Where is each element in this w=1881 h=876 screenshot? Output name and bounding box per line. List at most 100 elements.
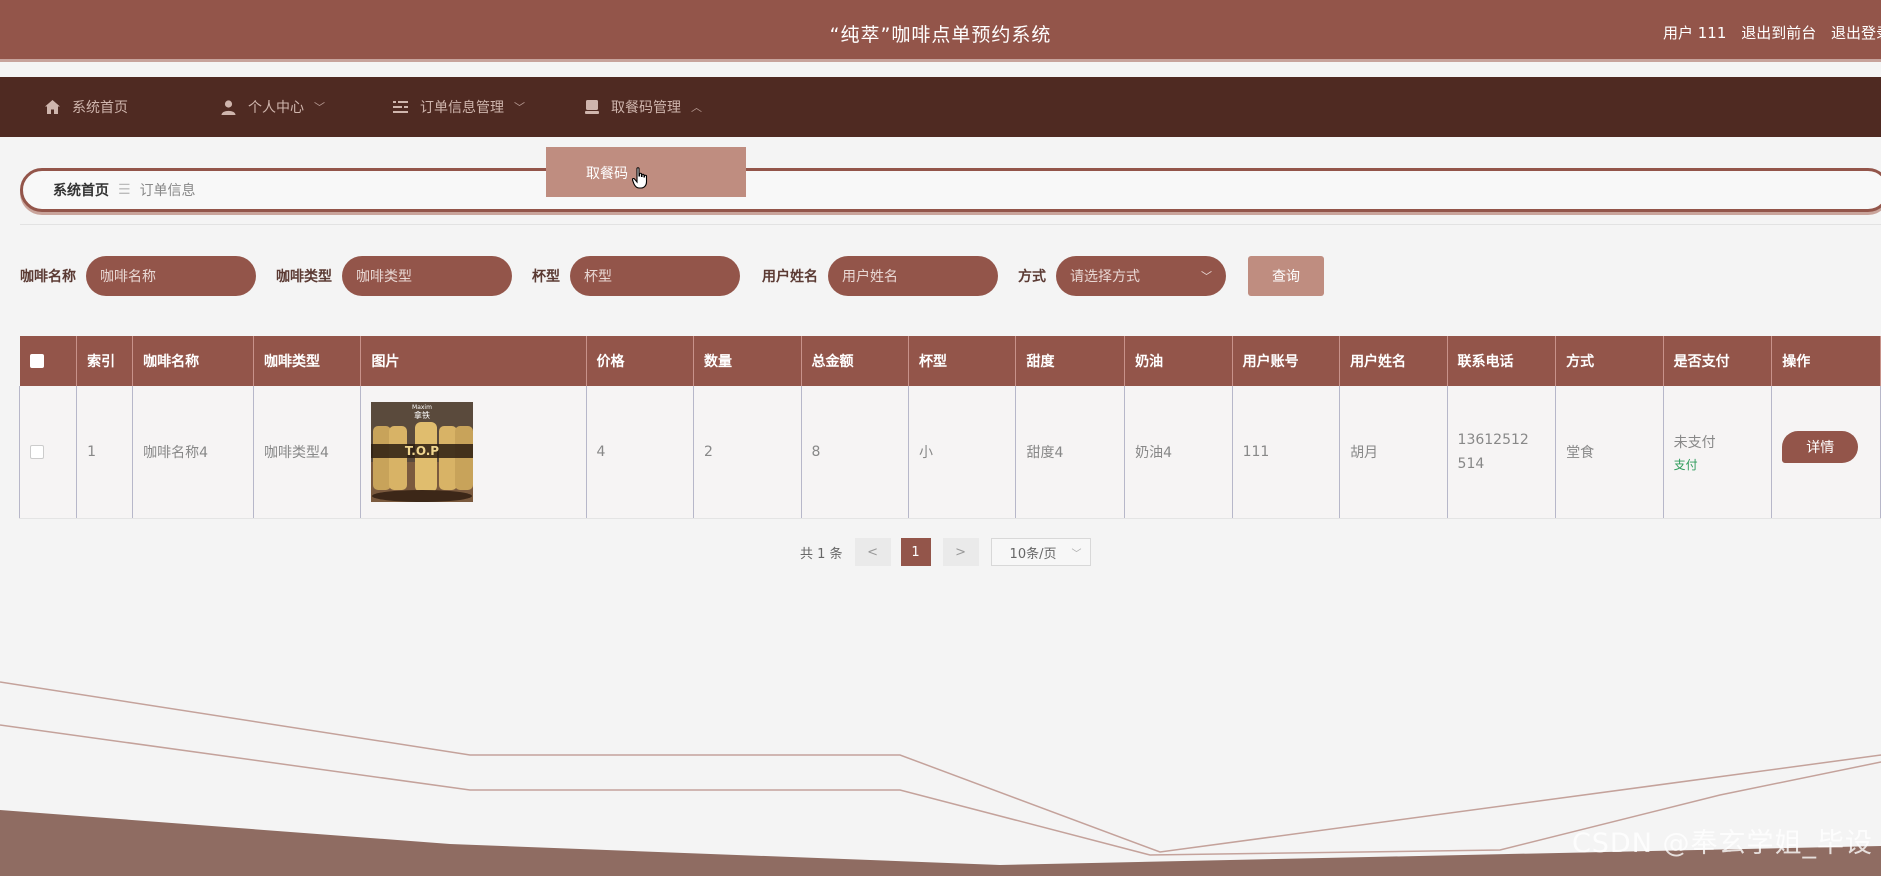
cell-total: 8 <box>801 386 910 519</box>
cell-paid-status: 未支付 支付 <box>1663 386 1773 519</box>
column-header: 咖啡名称 <box>132 336 254 386</box>
coffee-type-label: 咖啡类型 <box>276 269 332 285</box>
column-header: 图片 <box>360 336 587 386</box>
watermark-text: CSDN @奉玄学姐_毕设 <box>1571 828 1873 859</box>
coffee-name-label: 咖啡名称 <box>20 269 76 285</box>
nav-item-pickup-code-management-label: 取餐码管理 <box>611 100 681 116</box>
breadcrumb: 系统首页 ☰ 订单信息 <box>20 168 1881 212</box>
page-size-value: 10条/页 <box>1009 546 1057 562</box>
pagination-total: 共 1 条 <box>800 546 843 562</box>
column-header: 咖啡类型 <box>253 336 362 386</box>
method-select[interactable]: 请选择方式 ﹀ <box>1056 256 1226 296</box>
coffee-type-input[interactable]: 咖啡类型 <box>342 256 512 296</box>
main-nav: 系统首页 个人中心 ﹀ 订单信息管理 ﹀ 取餐码管理 ︿ <box>0 77 1881 137</box>
list-icon <box>393 101 408 113</box>
top-header: “纯萃”咖啡点单预约系统 用户 111 退出到前台 退出登录 <box>0 0 1881 62</box>
cell-phone: 13612512514 <box>1447 386 1557 519</box>
column-header: 甜度 <box>1015 336 1126 386</box>
cell-account: 111 <box>1232 386 1341 519</box>
cell-index: 1 <box>76 386 134 519</box>
cell-image: Maxim 拿铁 T.O.P <box>360 386 587 519</box>
cell-coffee-type: 咖啡类型4 <box>253 386 362 519</box>
chevron-down-icon: ﹀ <box>1201 270 1212 283</box>
cell-quantity: 2 <box>693 386 802 519</box>
logout-link[interactable]: 退出登录 <box>1831 24 1881 42</box>
method-field: 方式 请选择方式 ﹀ <box>1018 256 1226 296</box>
prev-page-button[interactable]: < <box>854 538 891 566</box>
method-label: 方式 <box>1018 269 1046 285</box>
username-field: 用户姓名 用户姓名 <box>762 256 998 296</box>
image-sub-text: 拿铁 <box>414 410 430 420</box>
cell-price: 4 <box>586 386 695 519</box>
nav-item-order-management-label: 订单信息管理 <box>420 100 504 116</box>
column-header: 是否支付 <box>1663 336 1773 386</box>
row-select-cell <box>18 386 78 519</box>
column-header: 用户账号 <box>1232 336 1341 386</box>
row-checkbox[interactable] <box>30 444 44 459</box>
exit-to-front-link[interactable]: 退出到前台 <box>1741 24 1816 42</box>
divider <box>20 224 1881 225</box>
column-header: 总金额 <box>801 336 910 386</box>
coffee-name-field: 咖啡名称 咖啡名称 <box>20 256 256 296</box>
system-title: “纯萃”咖啡点单预约系统 <box>829 24 1052 46</box>
user-area: 用户 111 退出到前台 退出登录 <box>1653 22 1881 43</box>
image-product-text: T.O.P <box>405 444 439 458</box>
table-header-row: 索引 咖啡名称 咖啡类型 图片 价格 数量 总金额 杯型 甜度 奶油 用户账号 … <box>19 336 1881 386</box>
pay-link[interactable]: 支付 <box>1674 456 1772 473</box>
next-page-button[interactable]: > <box>942 538 979 566</box>
tray-icon <box>585 100 599 114</box>
chevron-down-icon: ﹀ <box>1071 548 1082 560</box>
table-row: 1 咖啡名称4 咖啡类型4 Maxim 拿铁 T.O.P 4 2 8 小 甜度4… <box>18 386 1881 519</box>
paid-status-text: 未支付 <box>1673 435 1716 452</box>
username-label: 用户姓名 <box>762 269 818 285</box>
cell-sweetness: 甜度4 <box>1015 386 1126 519</box>
nav-item-pickup-code-management[interactable]: 取餐码管理 ︿ <box>585 77 702 137</box>
coffee-name-input[interactable]: 咖啡名称 <box>86 256 256 296</box>
cell-method: 堂食 <box>1555 386 1664 519</box>
breadcrumb-current: 订单信息 <box>139 183 196 199</box>
column-header: 联系电话 <box>1447 336 1557 386</box>
order-table: 索引 咖啡名称 咖啡类型 图片 价格 数量 总金额 杯型 甜度 奶油 用户账号 … <box>18 336 1881 519</box>
method-select-placeholder: 请选择方式 <box>1070 269 1140 285</box>
cell-cream: 奶油4 <box>1124 386 1233 519</box>
column-header: 价格 <box>586 336 695 386</box>
column-header: 方式 <box>1555 336 1664 386</box>
nav-item-home[interactable]: 系统首页 <box>45 77 128 137</box>
column-header: 操作 <box>1771 336 1881 386</box>
nav-item-personal-center-label: 个人中心 <box>248 100 304 116</box>
column-header: 用户姓名 <box>1339 336 1448 386</box>
column-header: 奶油 <box>1124 336 1233 386</box>
select-all-checkbox[interactable] <box>29 354 44 368</box>
cup-size-field: 杯型 杯型 <box>532 256 740 296</box>
page-number-button[interactable]: 1 <box>900 538 931 566</box>
dropdown-item-pickup-code[interactable]: 取餐码 <box>586 163 628 183</box>
pagination: 共 1 条 < 1 > 10条/页 ﹀ <box>800 538 1091 566</box>
detail-button[interactable]: 详情 <box>1782 431 1859 464</box>
hand-cursor-icon <box>632 167 648 189</box>
select-all-cell <box>19 336 78 386</box>
coffee-type-field: 咖啡类型 咖啡类型 <box>276 256 512 296</box>
product-image: Maxim 拿铁 T.O.P <box>371 401 474 502</box>
nav-item-personal-center[interactable]: 个人中心 ﹀ <box>221 77 325 137</box>
column-header: 杯型 <box>908 336 1017 386</box>
image-brand-text: Maxim <box>413 404 433 411</box>
cell-cup: 小 <box>908 386 1017 519</box>
cell-actions: 详情 <box>1771 386 1881 519</box>
nav-item-order-management[interactable]: 订单信息管理 ﹀ <box>393 77 525 137</box>
cell-coffee-name: 咖啡名称4 <box>132 386 254 519</box>
home-icon <box>45 100 60 114</box>
phone-text: 13612512514 <box>1457 431 1529 472</box>
cup-size-input[interactable]: 杯型 <box>570 256 740 296</box>
column-header: 数量 <box>693 336 802 386</box>
cell-username: 胡月 <box>1339 386 1448 519</box>
column-header: 索引 <box>76 336 134 386</box>
chevron-down-icon: ﹀ <box>514 101 525 114</box>
page-size-select[interactable]: 10条/页 ﹀ <box>990 538 1091 566</box>
user-label: 用户 111 <box>1663 24 1727 42</box>
query-button[interactable]: 查询 <box>1248 256 1324 296</box>
username-input[interactable]: 用户姓名 <box>828 256 998 296</box>
breadcrumb-home[interactable]: 系统首页 <box>53 180 109 200</box>
user-icon <box>221 99 236 115</box>
nav-item-home-label: 系统首页 <box>72 100 128 116</box>
chevron-up-icon: ︿ <box>691 101 702 114</box>
